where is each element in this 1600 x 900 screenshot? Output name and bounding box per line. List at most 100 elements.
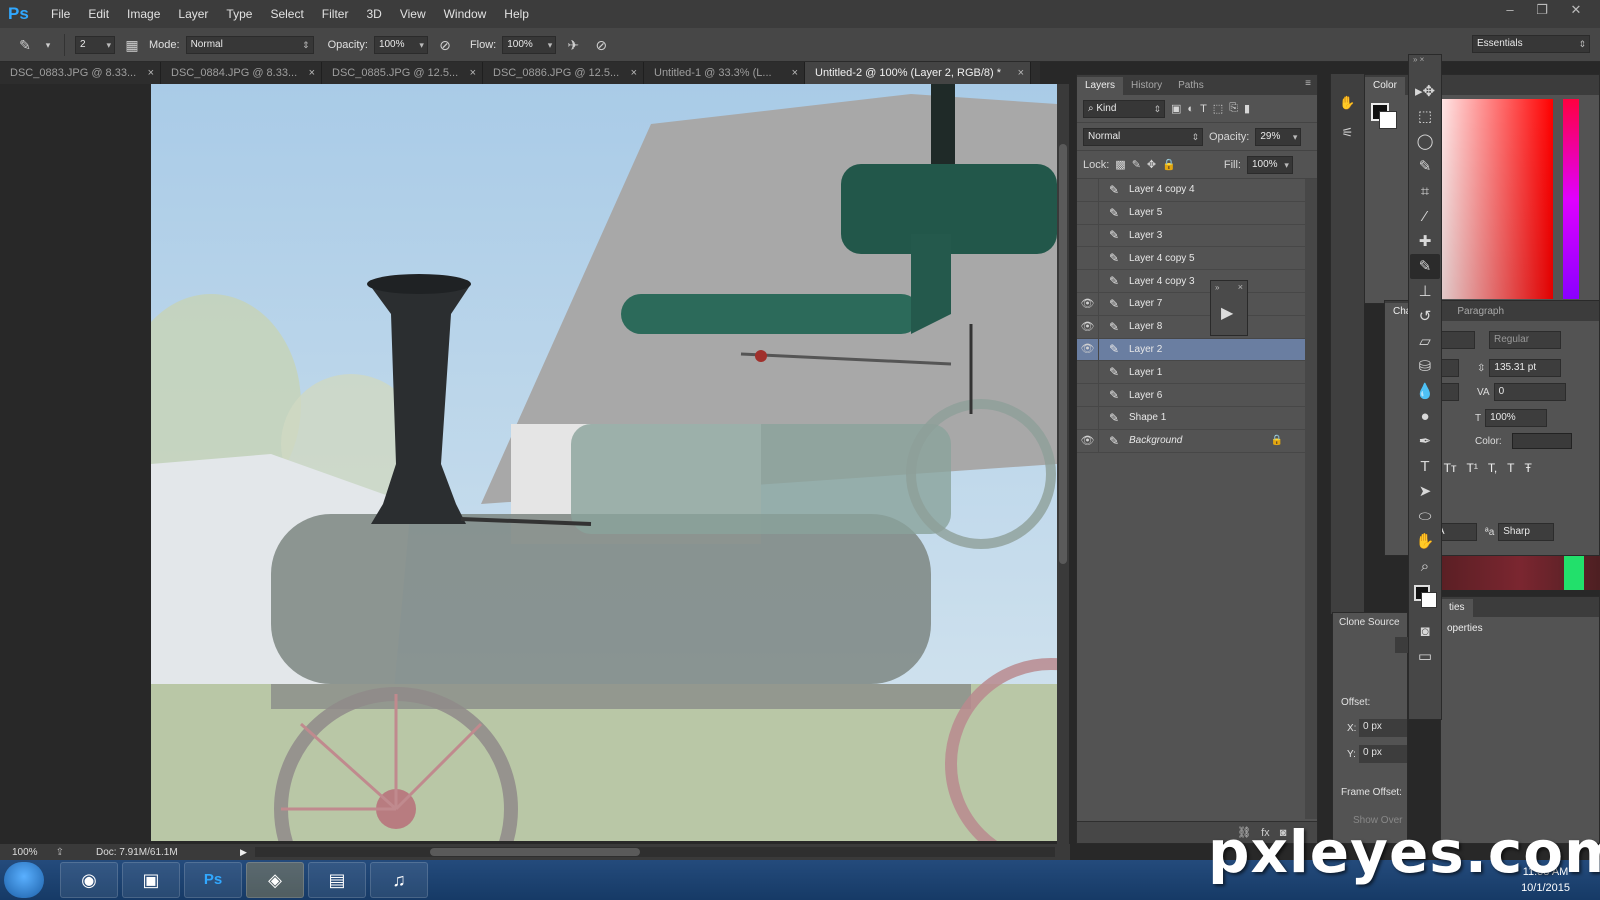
vertical-scrollbar[interactable] [1057,84,1069,844]
doc-tab[interactable]: Untitled-1 @ 33.3% (L... × [644,62,805,84]
pen-tool-icon[interactable]: ✒ [1410,429,1440,454]
close-icon[interactable]: × [792,62,798,84]
adjustments-icon[interactable]: ⚟ [1335,120,1361,146]
hue-slider[interactable] [1563,99,1579,299]
visibility-eye-icon[interactable] [1077,224,1099,247]
doc-tab[interactable]: DSC_0886.JPG @ 12.5... × [483,62,644,84]
blur-tool-icon[interactable]: 💧 [1410,379,1440,404]
quick-mask-icon[interactable]: ◙ [1410,619,1440,644]
tab-layers[interactable]: Layers [1077,77,1124,95]
text-color-swatch[interactable] [1511,433,1572,449]
zoom-tool-icon[interactable]: ⌕ [1410,554,1440,579]
doc-tab-active[interactable]: Untitled-2 @ 100% (Layer 2, RGB/8) * × [805,62,1031,84]
layer-row[interactable]: ✎ Layer 6 [1077,384,1305,407]
itunes-icon[interactable]: ♫ [370,862,428,898]
layer-row[interactable]: ✎ Layer 4 copy 5 [1077,247,1305,271]
menu-3d[interactable]: 3D [357,0,390,28]
panel-menu-icon[interactable]: ≡ [1305,78,1311,89]
layer-row[interactable]: ✎ Layer 4 copy 4 [1077,178,1305,202]
underline-button[interactable]: T [1507,461,1514,475]
menu-select[interactable]: Select [261,0,312,28]
layer-row[interactable]: ✎ Layer 1 [1077,361,1305,385]
export-icon[interactable]: ⇪ [56,847,64,858]
anti-alias-select[interactable]: Sharp [1498,523,1555,541]
firefox-icon[interactable]: ◉ [60,862,118,898]
type-filter-icon[interactable]: T [1200,103,1207,115]
app-icon[interactable]: ◈ [246,862,304,898]
close-icon[interactable]: × [631,62,637,84]
fill-field[interactable]: 100% ▾ [1246,155,1293,174]
status-menu-arrow-icon[interactable]: ▶ [240,847,247,858]
restore-button[interactable]: ❐ [1526,0,1558,22]
healing-brush-tool-icon[interactable]: ✚ [1410,229,1440,254]
font-style-select-secondary[interactable]: Regular [1489,331,1561,349]
eyedropper-tool-icon[interactable]: ⁄ [1410,204,1440,229]
menu-view[interactable]: View [391,0,435,28]
tab-history[interactable]: History [1123,77,1170,95]
lock-all-icon[interactable]: 🔒 [1162,158,1176,171]
ellipse-tool-icon[interactable]: ⬭ [1410,504,1440,529]
lock-position-icon[interactable]: ✥ [1147,158,1156,171]
menu-edit[interactable]: Edit [79,0,118,28]
visibility-eye-icon[interactable] [1077,406,1099,429]
airbrush-icon[interactable]: ✈ [562,34,584,56]
blend-mode-select[interactable]: Normal ⇕ [1083,127,1203,146]
leading-field[interactable]: 135.31 pt [1489,359,1562,377]
opacity-field[interactable]: 100% ▾ [373,35,428,54]
tool-preset-arrow-icon[interactable]: ▾ [42,34,54,56]
layer-row[interactable]: ✎ Shape 1 [1077,406,1305,430]
brush-tool-icon[interactable]: ✎ [14,34,36,56]
menu-type[interactable]: Type [217,0,261,28]
layer-row[interactable]: 👁 ✎ Layer 2 [1077,338,1305,362]
layers-scrollbar[interactable] [1305,179,1317,819]
close-icon[interactable]: × [1238,282,1243,292]
pressure-size-icon[interactable]: ⊘ [590,34,612,56]
offset-y-field[interactable]: 0 px [1359,745,1407,763]
path-select-tool-icon[interactable]: ➤ [1410,479,1440,504]
close-icon[interactable]: × [309,62,315,84]
visibility-eye-icon[interactable]: 👁 [1077,338,1099,361]
pixel-filter-icon[interactable]: ▣ [1171,102,1181,115]
layer-row[interactable]: ✎ Layer 4 copy 3 [1077,270,1305,293]
eraser-tool-icon[interactable]: ▱ [1410,329,1440,354]
layer-row[interactable]: 👁 ✎ Layer 7 [1077,292,1305,316]
lock-pixels-icon[interactable]: ✎ [1132,158,1141,171]
menu-layer[interactable]: Layer [169,0,217,28]
lasso-tool-icon[interactable]: ◯ [1410,129,1440,154]
visibility-eye-icon[interactable]: 👁 [1077,315,1099,338]
doc-tab[interactable]: DSC_0884.JPG @ 8.33... × [161,62,322,84]
paint-bucket-tool-icon[interactable]: ⛁ [1410,354,1440,379]
scroll-thumb[interactable] [430,848,640,856]
doc-tab[interactable]: DSC_0885.JPG @ 12.5... × [322,62,483,84]
lock-transparent-icon[interactable]: ▩ [1115,158,1125,171]
layer-row[interactable]: 👁 ✎ Background 🔒 [1077,429,1305,453]
filter-toggle-icon[interactable]: ▮ [1244,102,1250,115]
app-icon[interactable]: ▣ [122,862,180,898]
brush-presets-icon[interactable]: ✋ [1335,90,1361,116]
close-icon[interactable]: × [1018,62,1024,84]
background-swatch[interactable] [1379,111,1397,129]
tab-paths[interactable]: Paths [1170,77,1212,95]
workspace-select[interactable]: Essentials ⇕ [1472,35,1590,53]
menu-file[interactable]: File [42,0,79,28]
dodge-tool-icon[interactable]: ● [1410,404,1440,429]
subscript-button[interactable]: T, [1488,461,1497,475]
visibility-eye-icon[interactable]: 👁 [1077,292,1099,315]
photoshop-taskbar-icon[interactable]: Ps [184,862,242,898]
start-button[interactable] [4,862,44,898]
quick-select-tool-icon[interactable]: ✎ [1410,154,1440,179]
filter-kind-select[interactable]: ⌕ Kind ⇕ [1083,99,1165,118]
scale-field[interactable]: 100% [1485,409,1548,427]
screen-mode-icon[interactable]: ▭ [1410,644,1440,669]
scroll-thumb[interactable] [1059,144,1067,564]
brush-tool-icon[interactable]: ✎ [1410,254,1440,279]
visibility-eye-icon[interactable] [1077,247,1099,270]
menu-help[interactable]: Help [495,0,538,28]
brush-size-picker[interactable]: 2 ▾ [75,35,115,54]
close-icon[interactable]: × [470,62,476,84]
mode-select[interactable]: Normal ⇕ [185,35,314,54]
clone-stamp-tool-icon[interactable]: ⊥ [1410,279,1440,304]
close-icon[interactable]: × [148,62,154,84]
tab-paragraph[interactable]: Paragraph [1449,303,1512,321]
menu-image[interactable]: Image [118,0,169,28]
